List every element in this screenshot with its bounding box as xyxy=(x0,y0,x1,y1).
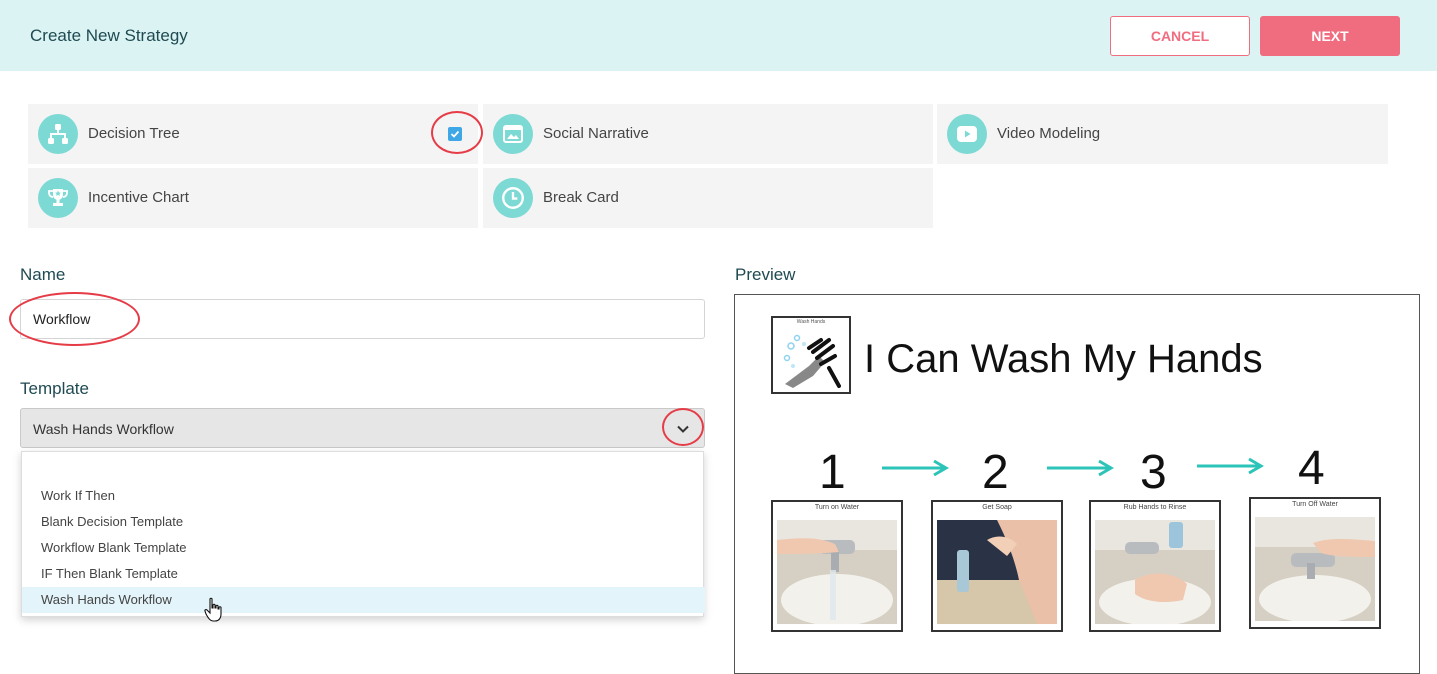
step-number: 1 xyxy=(819,446,846,499)
dropdown-option[interactable]: Work If Then xyxy=(22,483,705,509)
arrow-right-icon xyxy=(1197,457,1264,475)
arrow-right-icon xyxy=(1047,459,1114,477)
top-bar: Create New Strategy CANCEL NEXT xyxy=(0,0,1437,71)
wash-hands-logo: Wash Hands xyxy=(771,316,851,394)
preview-panel: Wash Hands I Can Wash My Hands 1 2 3 4 T… xyxy=(734,294,1420,674)
name-input[interactable] xyxy=(20,299,705,339)
strategy-type-social-narrative[interactable]: Social Narrative xyxy=(483,104,933,164)
template-label: Template xyxy=(20,379,89,398)
trophy-icon xyxy=(38,178,78,218)
preview-title: I Can Wash My Hands xyxy=(864,337,1263,381)
cancel-button[interactable]: CANCEL xyxy=(1110,16,1250,56)
dropdown-option[interactable]: IF Then Blank Template xyxy=(22,561,705,587)
step-card: Turn on Water xyxy=(771,500,903,632)
chevron-down-icon[interactable] xyxy=(674,420,692,438)
strategy-type-video-modeling[interactable]: Video Modeling xyxy=(937,104,1388,164)
page-title: Create New Strategy xyxy=(30,26,188,45)
step-card: Turn Off Water xyxy=(1249,497,1381,629)
step-card: Rub Hands to Rinse xyxy=(1089,500,1221,632)
step-photo-rub-hands xyxy=(1095,520,1215,624)
dropdown-option[interactable]: Workflow Blank Template xyxy=(22,535,705,561)
step-number: 2 xyxy=(982,446,1009,499)
strategy-type-label: Social Narrative xyxy=(543,125,649,142)
name-label: Name xyxy=(20,265,66,284)
template-select[interactable]: Wash Hands Workflow xyxy=(20,408,705,448)
image-icon xyxy=(493,114,533,154)
play-icon xyxy=(947,114,987,154)
step-photo-turn-off-water xyxy=(1255,517,1375,621)
step-photo-get-soap xyxy=(937,520,1057,624)
strategy-type-break-card[interactable]: Break Card xyxy=(483,168,933,228)
step-photo-turn-on-water xyxy=(777,520,897,624)
next-button[interactable]: NEXT xyxy=(1260,16,1400,56)
strategy-type-label: Video Modeling xyxy=(997,125,1101,142)
decision-tree-icon xyxy=(38,114,78,154)
template-dropdown-menu: Work If Then Blank Decision Template Wor… xyxy=(21,451,705,617)
step-card: Get Soap xyxy=(931,500,1063,632)
strategy-type-label: Incentive Chart xyxy=(88,189,189,206)
dropdown-option[interactable]: Blank Decision Template xyxy=(22,509,705,535)
strategy-type-label: Decision Tree xyxy=(88,125,180,142)
checkbox-checked-icon[interactable] xyxy=(448,127,462,141)
hand-washing-icon xyxy=(783,334,841,388)
step-caption: Turn on Water xyxy=(814,504,860,511)
template-selected-value: Wash Hands Workflow xyxy=(33,421,174,437)
step-caption: Turn Off Water xyxy=(1292,501,1338,508)
step-number: 4 xyxy=(1298,442,1325,495)
preview-label: Preview xyxy=(735,265,796,284)
strategy-type-incentive-chart[interactable]: Incentive Chart xyxy=(28,168,478,228)
strategy-type-decision-tree[interactable]: Decision Tree xyxy=(28,104,478,164)
dropdown-option-selected[interactable]: Wash Hands Workflow xyxy=(22,587,705,613)
step-number: 3 xyxy=(1140,446,1167,499)
strategy-type-label: Break Card xyxy=(543,189,619,206)
clock-icon xyxy=(493,178,533,218)
step-caption: Get Soap xyxy=(982,504,1012,511)
step-caption: Rub Hands to Rinse xyxy=(1123,504,1187,511)
arrow-right-icon xyxy=(882,459,949,477)
